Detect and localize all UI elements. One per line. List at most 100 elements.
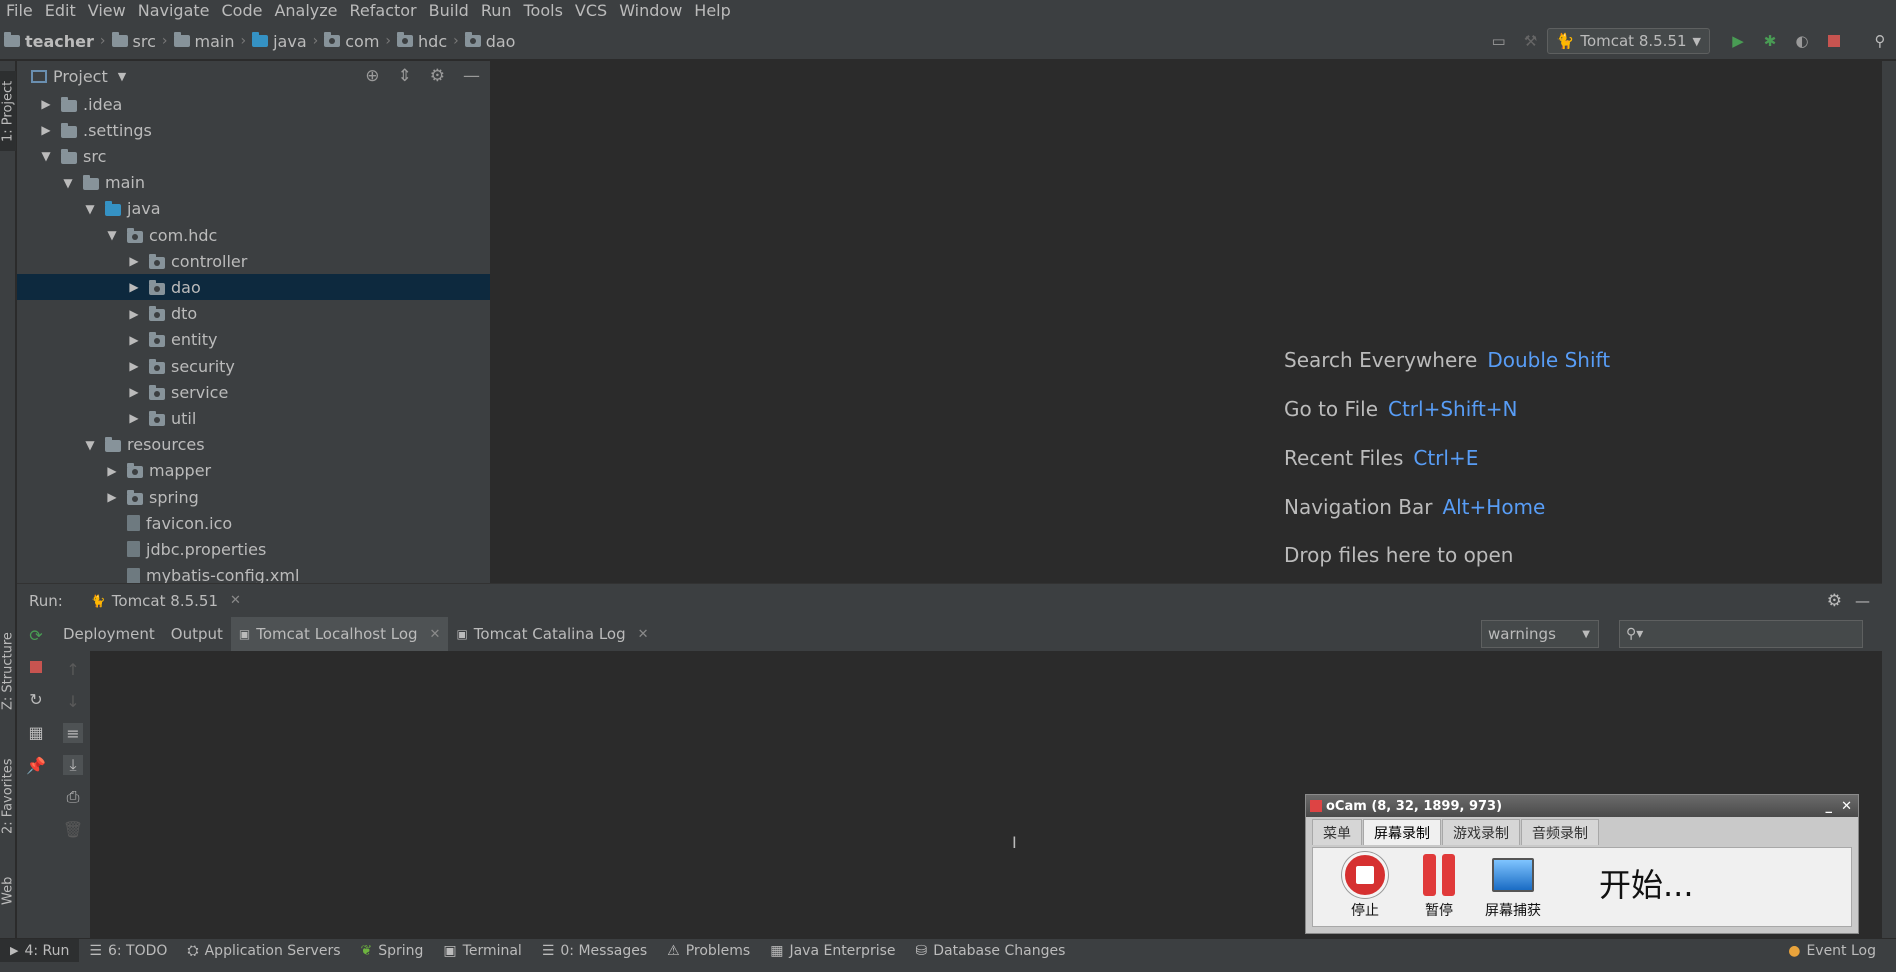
breadcrumb-project[interactable]: teacher [4, 32, 94, 51]
print-icon[interactable]: ⎙ [63, 787, 83, 807]
tool-tab-project[interactable]: 1: Project [0, 71, 16, 151]
chevron-right-icon[interactable]: ▶ [127, 254, 141, 268]
log-filter-select[interactable]: warnings ▼ [1481, 620, 1599, 648]
tree-item[interactable]: ▶ controller [17, 248, 490, 274]
tree-item[interactable]: ▶ spring [17, 484, 490, 510]
menu-build[interactable]: Build [423, 0, 475, 22]
menu-navigate[interactable]: Navigate [132, 0, 216, 22]
tree-item[interactable]: ▶ dto [17, 301, 490, 327]
project-view-select[interactable]: Project [53, 67, 108, 86]
menu-help[interactable]: Help [688, 0, 736, 22]
breadcrumb-dao[interactable]: dao [464, 32, 515, 51]
update-icon[interactable]: ↻ [26, 689, 46, 709]
tree-item[interactable]: ▶ .settings [17, 117, 490, 143]
tree-item[interactable]: ▶ .idea [17, 91, 490, 117]
tree-item[interactable]: ▶ mapper [17, 458, 490, 484]
arrow-down-icon[interactable]: ↓ [63, 691, 83, 711]
chevron-right-icon[interactable]: ▶ [127, 333, 141, 347]
pin-icon[interactable]: 📌 [26, 755, 46, 775]
breadcrumb-main[interactable]: main [173, 32, 234, 51]
breadcrumb-com[interactable]: com [324, 32, 379, 51]
menu-run[interactable]: Run [475, 0, 518, 22]
editor-area[interactable]: Search Everywhere Double Shift Go to File… [492, 61, 1882, 583]
search-icon[interactable]: ⚲ [1870, 31, 1890, 51]
chevron-right-icon[interactable]: ▶ [105, 464, 119, 478]
tool-tab-todo[interactable]: ☰ 6: TODO [79, 939, 177, 963]
debug-icon[interactable]: ✱ [1760, 31, 1780, 51]
chevron-down-icon[interactable]: ▼ [61, 176, 75, 190]
tool-tab-run[interactable]: ▶ 4: Run [0, 938, 80, 963]
menu-file[interactable]: File [0, 0, 39, 22]
log-search-input[interactable]: ⚲▾ [1619, 620, 1863, 648]
close-icon[interactable]: ✕ [430, 627, 441, 642]
tool-tab-event-log[interactable]: ● Event Log [1778, 939, 1886, 963]
ocam-tab-game-record[interactable]: 游戏录制 [1442, 819, 1520, 845]
close-icon[interactable]: ✕ [638, 627, 649, 642]
breadcrumb-java[interactable]: java [252, 32, 307, 51]
chevron-right-icon[interactable]: ▶ [39, 97, 53, 111]
arrow-up-icon[interactable]: ↑ [63, 659, 83, 679]
tool-tab-database-changes[interactable]: ⛁ Database Changes [906, 939, 1076, 963]
chevron-right-icon[interactable]: ▶ [127, 359, 141, 373]
ocam-tab-audio-record[interactable]: 音频录制 [1521, 819, 1599, 845]
ocam-pause-button[interactable]: 暂停 [1409, 852, 1469, 920]
tree-item[interactable]: ▶ util [17, 405, 490, 431]
minimize-icon[interactable]: _ [1826, 799, 1833, 814]
tab-tomcat-localhost-log[interactable]: ▣ Tomcat Localhost Log ✕ [230, 617, 449, 651]
tool-tab-application-servers[interactable]: ⛭ Application Servers [177, 939, 350, 963]
tree-item[interactable]: ▼ src [17, 143, 490, 169]
soft-wrap-icon[interactable]: ≡ [63, 723, 83, 743]
tab-output[interactable]: Output [163, 617, 231, 651]
tree-item[interactable]: ▶ security [17, 353, 490, 379]
rerun-icon[interactable]: ⟳ [26, 625, 46, 645]
menu-code[interactable]: Code [216, 0, 269, 22]
tree-item[interactable]: jdbc.properties [17, 536, 490, 562]
gear-icon[interactable]: ⚙ [430, 66, 445, 86]
tool-tab-terminal[interactable]: ▣ Terminal [433, 939, 531, 963]
stop-icon[interactable] [26, 657, 46, 677]
close-icon[interactable]: ✕ [230, 593, 241, 608]
menu-window[interactable]: Window [613, 0, 688, 22]
tree-item[interactable]: ▼ java [17, 196, 490, 222]
run-configuration-select[interactable]: 🐈 Tomcat 8.5.51 ▼ [1546, 28, 1710, 54]
ocam-tab-screen-record[interactable]: 屏幕录制 [1363, 819, 1441, 845]
minimize-icon[interactable]: — [463, 66, 480, 86]
menu-analyze[interactable]: Analyze [268, 0, 343, 22]
menu-edit[interactable]: Edit [39, 0, 82, 22]
trash-icon[interactable]: 🗑 [63, 819, 83, 839]
ocam-tab-menu[interactable]: 菜单 [1312, 819, 1362, 845]
tool-tab-spring[interactable]: ❦ Spring [351, 939, 434, 963]
chevron-right-icon[interactable]: ▶ [127, 411, 141, 425]
ocam-capture-button[interactable]: 屏幕捕获 [1483, 852, 1543, 920]
chevron-down-icon[interactable]: ▼ [105, 228, 119, 242]
menu-view[interactable]: View [82, 0, 132, 22]
tree-item[interactable]: ▼ resources [17, 432, 490, 458]
menu-refactor[interactable]: Refactor [344, 0, 423, 22]
menu-tools[interactable]: Tools [518, 0, 569, 22]
run-config-tab[interactable]: 🐈 Tomcat 8.5.51 ✕ [91, 592, 241, 610]
locate-icon[interactable]: ⊕ [365, 66, 379, 86]
chevron-right-icon[interactable]: ▶ [127, 385, 141, 399]
tool-tab-messages[interactable]: ☰ 0: Messages [532, 939, 657, 963]
tool-tab-java-enterprise[interactable]: ▦ Java Enterprise [760, 939, 905, 963]
breadcrumb-src[interactable]: src [111, 32, 156, 51]
scroll-to-end-icon[interactable]: ⤓ [63, 755, 83, 775]
tree-item[interactable]: favicon.ico [17, 510, 490, 536]
chevron-right-icon[interactable]: ▶ [39, 123, 53, 137]
chevron-down-icon[interactable]: ▼ [83, 202, 97, 216]
tab-tomcat-catalina-log[interactable]: ▣ Tomcat Catalina Log ✕ [448, 617, 656, 651]
menu-vcs[interactable]: VCS [569, 0, 613, 22]
close-icon[interactable]: ✕ [1841, 799, 1852, 814]
tree-item[interactable]: ▼ main [17, 170, 490, 196]
ocam-titlebar[interactable]: oCam (8, 32, 1899, 973) _ ✕ [1306, 795, 1858, 817]
collapse-all-icon[interactable]: ⇕ [398, 66, 412, 86]
chevron-right-icon[interactable]: ▶ [127, 280, 141, 294]
chevron-right-icon[interactable]: ▶ [105, 490, 119, 504]
tool-tab-web[interactable]: Web [0, 861, 16, 921]
run-icon[interactable]: ▶ [1728, 31, 1748, 51]
build-hammer-icon[interactable]: ⚒ [1521, 31, 1541, 51]
tree-item[interactable]: mybatis-config.xml [17, 563, 490, 583]
tool-tab-structure[interactable]: Z: Structure [0, 621, 16, 721]
chevron-right-icon[interactable]: ▶ [127, 307, 141, 321]
coverage-icon[interactable]: ◐ [1792, 31, 1812, 51]
